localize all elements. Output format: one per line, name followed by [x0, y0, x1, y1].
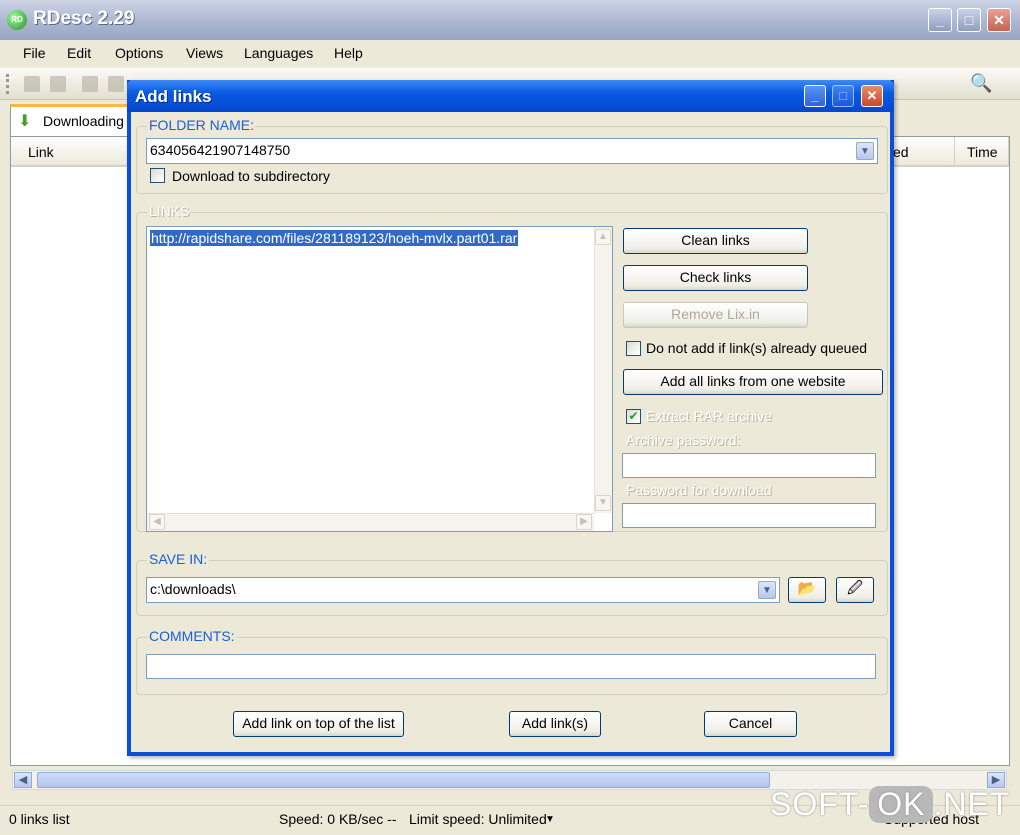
- extract-rar-checkbox: ✔: [626, 409, 641, 424]
- add-link-top-button[interactable]: Add link on top of the list: [233, 711, 404, 737]
- archive-password-label: Archive password:: [626, 432, 741, 448]
- eraser-icon: 🖉: [847, 580, 863, 597]
- not-add-queued-checkbox[interactable]: [626, 341, 641, 356]
- dialog-maximize-button: □: [832, 85, 854, 107]
- dialog-titlebar: Add links _ □ ✕: [127, 80, 894, 112]
- add-links-dialog: Add links _ □ ✕ FOLDER NAME: 63405642190…: [127, 80, 894, 756]
- menu-options[interactable]: Options: [115, 45, 163, 61]
- scroll-thumb[interactable]: [37, 772, 770, 788]
- password-download-input[interactable]: [622, 503, 876, 528]
- app-title: RDesc 2.29: [33, 8, 135, 29]
- main-titlebar: RD RDesc 2.29 _ □ ✕: [0, 0, 1020, 40]
- comments-input[interactable]: [146, 654, 876, 679]
- column-time-label: Time: [967, 144, 998, 160]
- status-limit-speed[interactable]: Limit speed: Unlimited: [409, 811, 547, 827]
- add-all-links-button[interactable]: Add all links from one website: [623, 369, 883, 395]
- app-icon: RD: [7, 10, 27, 30]
- links-horizontal-scrollbar[interactable]: ◀ ▶: [147, 513, 594, 531]
- scroll-left-icon[interactable]: ◀: [14, 772, 32, 788]
- chevron-down-icon[interactable]: ▼: [856, 142, 874, 160]
- save-in-combo[interactable]: c:\downloads\: [146, 577, 780, 603]
- dialog-close-button[interactable]: ✕: [861, 85, 883, 107]
- tab-downloading[interactable]: ⬇ Downloading: [10, 104, 128, 136]
- archive-password-input[interactable]: [622, 453, 876, 478]
- folder-open-icon: 📂: [797, 580, 817, 597]
- minimize-button[interactable]: _: [928, 8, 952, 32]
- column-header-speed[interactable]: ed: [891, 137, 955, 167]
- limit-dropdown-icon[interactable]: ▼: [545, 814, 555, 825]
- menu-edit[interactable]: Edit: [67, 45, 91, 61]
- status-speed: Speed: 0 KB/sec --: [279, 811, 397, 827]
- download-arrow-icon: ⬇: [18, 113, 32, 130]
- dialog-title: Add links: [135, 87, 212, 106]
- stop-icon[interactable]: [50, 76, 66, 92]
- folder-name-label: FOLDER NAME:: [147, 117, 257, 133]
- menubar: File Edit Options Views Languages Help: [0, 40, 1020, 68]
- scroll-down-icon[interactable]: ▼: [595, 495, 611, 511]
- extract-rar-label: Extract RAR archive: [646, 408, 773, 424]
- browse-folder-button[interactable]: 📂: [788, 577, 826, 603]
- comments-label: COMMENTS:: [147, 628, 237, 644]
- menu-languages[interactable]: Languages: [244, 45, 313, 61]
- selected-link-text: http://rapidshare.com/files/281189123/ho…: [150, 230, 519, 246]
- folder-name-combo[interactable]: 634056421907148750: [146, 138, 878, 164]
- watermark-pre: SOFT-: [770, 786, 870, 822]
- toolbar-grip-icon[interactable]: [6, 74, 9, 94]
- not-add-queued-label: Do not add if link(s) already queued: [646, 340, 868, 356]
- dialog-minimize-button[interactable]: _: [804, 85, 826, 107]
- status-links-count: 0 links list: [9, 811, 70, 827]
- watermark-logo: SOFT- OK .NET: [770, 786, 1010, 823]
- add-links-button[interactable]: Add link(s): [509, 711, 601, 737]
- links-textarea[interactable]: http://rapidshare.com/files/281189123/ho…: [146, 226, 613, 532]
- column-header-time[interactable]: Time: [955, 137, 1009, 167]
- password-download-label: Password for download: [626, 482, 772, 498]
- save-in-label: SAVE IN:: [147, 551, 210, 567]
- remove-lixin-button: Remove Lix.in: [623, 302, 808, 328]
- watermark-ok: OK: [869, 786, 934, 823]
- links-vertical-scrollbar[interactable]: ▲ ▼: [594, 227, 612, 513]
- menu-views[interactable]: Views: [186, 45, 223, 61]
- download-subdirectory-label: Download to subdirectory: [172, 168, 330, 184]
- tab-downloading-label: Downloading: [43, 113, 124, 129]
- column-link-label: Link: [28, 144, 54, 160]
- queue2-icon[interactable]: [108, 76, 124, 92]
- search-icon[interactable]: 🔍: [970, 73, 992, 94]
- cancel-button[interactable]: Cancel: [704, 711, 797, 737]
- links-scroll-left-icon[interactable]: ◀: [149, 514, 165, 530]
- queue-icon[interactable]: [82, 76, 98, 92]
- maximize-button[interactable]: □: [957, 8, 981, 32]
- scroll-up-icon[interactable]: ▲: [595, 229, 611, 245]
- watermark-post: .NET: [933, 786, 1011, 822]
- check-links-button[interactable]: Check links: [623, 265, 808, 291]
- menu-help[interactable]: Help: [334, 45, 363, 61]
- close-button[interactable]: ✕: [987, 8, 1011, 32]
- links-group-label: LINKS: [147, 203, 192, 219]
- start-icon[interactable]: [24, 76, 40, 92]
- column-speed-label: ed: [893, 144, 909, 160]
- column-header-link[interactable]: Link: [11, 137, 128, 167]
- save-chevron-down-icon[interactable]: ▼: [758, 581, 776, 599]
- clean-links-button[interactable]: Clean links: [623, 228, 808, 254]
- download-subdirectory-checkbox[interactable]: [150, 168, 165, 183]
- menu-file[interactable]: File: [23, 45, 46, 61]
- clear-folder-button[interactable]: 🖉: [836, 577, 874, 603]
- links-scroll-right-icon[interactable]: ▶: [576, 514, 592, 530]
